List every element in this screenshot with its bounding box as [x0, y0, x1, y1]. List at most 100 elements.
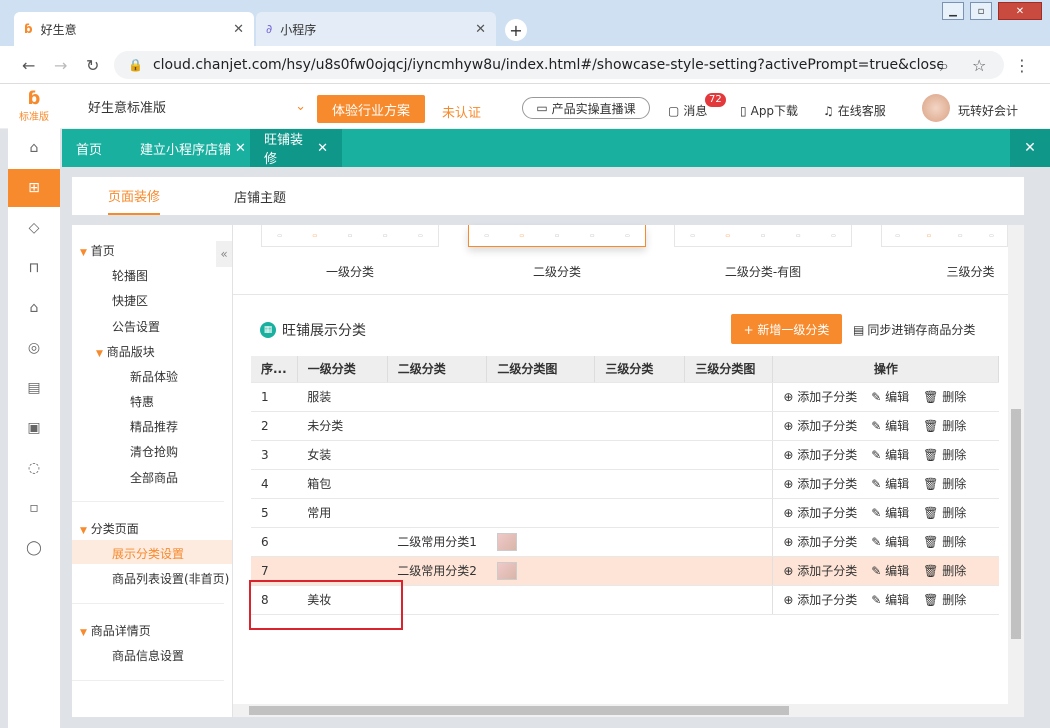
- scrollbar-thumb[interactable]: [249, 706, 789, 715]
- tag-icon[interactable]: ◇: [8, 209, 60, 247]
- add-subcategory-button[interactable]: ⊕ 添加子分类: [783, 504, 857, 521]
- new-tab-button[interactable]: +: [505, 19, 527, 41]
- menu-dots-icon[interactable]: ⋮: [1014, 56, 1030, 75]
- zoom-icon[interactable]: ⌕: [940, 56, 949, 76]
- tab-shop-decoration[interactable]: 旺铺装修 ✕: [250, 129, 342, 167]
- new-badge-icon[interactable]: ▫: [8, 489, 60, 527]
- tree-node-clearance[interactable]: 清仓抢购: [130, 443, 178, 460]
- tree-node-home[interactable]: ▼ 首页: [80, 242, 115, 259]
- delete-button[interactable]: 🗑 删除: [923, 446, 966, 463]
- tree-node-featured[interactable]: 精品推荐: [130, 418, 178, 435]
- edit-button[interactable]: ✎ 编辑: [871, 562, 909, 579]
- edit-button[interactable]: ✎ 编辑: [871, 446, 909, 463]
- add-subcategory-button[interactable]: ⊕ 添加子分类: [783, 388, 857, 405]
- app-logo[interactable]: ɓ 标准版: [8, 84, 60, 128]
- close-icon[interactable]: ✕: [235, 141, 246, 156]
- tree-node-goods-detail[interactable]: ▼ 商品详情页: [80, 622, 151, 639]
- delete-button[interactable]: 🗑 删除: [923, 591, 966, 608]
- back-icon[interactable]: ←: [22, 56, 35, 75]
- sync-category-button[interactable]: ▤ 同步进销存商品分类: [853, 321, 975, 338]
- app-download-button[interactable]: ▯ App下载: [740, 102, 798, 119]
- tree-node-carousel[interactable]: 轮播图: [112, 267, 148, 284]
- table-row[interactable]: 2 未分类 ⊕ 添加子分类 ✎ 编辑 🗑 删除: [251, 411, 999, 441]
- edit-button[interactable]: ✎ 编辑: [871, 591, 909, 608]
- bag-icon[interactable]: ⊓: [8, 249, 60, 287]
- tree-node-shortcut[interactable]: 快捷区: [112, 292, 148, 309]
- clipboard-icon[interactable]: ▤: [8, 369, 60, 407]
- col-header[interactable]: 序...: [251, 356, 298, 383]
- edit-button[interactable]: ✎ 编辑: [871, 533, 909, 550]
- industry-solution-button[interactable]: 体验行业方案: [317, 95, 425, 123]
- close-window-button[interactable]: ✕: [998, 2, 1042, 20]
- table-row[interactable]: 4 箱包 ⊕ 添加子分类 ✎ 编辑 🗑 删除: [251, 469, 999, 499]
- delete-button[interactable]: 🗑 删除: [923, 417, 966, 434]
- chat-bubble-icon[interactable]: ◯: [8, 529, 60, 567]
- online-service-button[interactable]: ♫ 在线客服: [823, 102, 886, 119]
- style-preview-4[interactable]: ▭ ▭ ▭ ▭: [881, 225, 1008, 247]
- forward-icon[interactable]: →: [54, 56, 67, 75]
- delete-button[interactable]: 🗑 删除: [923, 475, 966, 492]
- live-course-button[interactable]: ▭ 产品实操直播课: [522, 97, 650, 119]
- edit-button[interactable]: ✎ 编辑: [871, 388, 909, 405]
- tree-node-category-display[interactable]: 展示分类设置: [72, 540, 232, 564]
- browser-tab-miniprogram[interactable]: ∂ 小程序 ✕: [256, 12, 496, 46]
- tree-node-goods-info[interactable]: 商品信息设置: [112, 647, 184, 664]
- close-icon[interactable]: ✕: [475, 22, 486, 37]
- subtab-store-theme[interactable]: 店铺主题: [234, 177, 286, 215]
- tree-node-special[interactable]: 特惠: [130, 393, 154, 410]
- add-subcategory-button[interactable]: ⊕ 添加子分类: [783, 591, 857, 608]
- bookmark-star-icon[interactable]: ☆: [972, 56, 986, 75]
- edit-button[interactable]: ✎ 编辑: [871, 504, 909, 521]
- close-icon[interactable]: ✕: [317, 141, 328, 156]
- add-category-button[interactable]: + 新增一级分类: [731, 314, 842, 344]
- tab-build-store[interactable]: 建立小程序店铺 ✕: [126, 129, 260, 167]
- edition-select[interactable]: 好生意标准版 ⌄: [80, 92, 306, 120]
- collapse-icon[interactable]: «: [216, 241, 232, 267]
- close-all-tabs-button[interactable]: ✕: [1010, 129, 1050, 167]
- store-icon[interactable]: ⌂: [8, 289, 60, 327]
- tree-node-new-goods[interactable]: 新品体验: [130, 368, 178, 385]
- style-preview-1[interactable]: ▭ ▭ ▭ ▭ ▭: [261, 225, 439, 247]
- id-card-icon[interactable]: ▣: [8, 409, 60, 447]
- table-row[interactable]: 6 二级常用分类1 ⊕ 添加子分类 ✎ 编辑 🗑 删除: [251, 527, 999, 557]
- delete-button[interactable]: 🗑 删除: [923, 504, 966, 521]
- horizontal-scrollbar[interactable]: [233, 704, 1008, 717]
- subtab-page-decoration[interactable]: 页面装修: [108, 177, 161, 215]
- user-name[interactable]: 玩转好会计: [958, 102, 1018, 119]
- table-row[interactable]: 1 服装 ⊕ 添加子分类 ✎ 编辑 🗑 删除: [251, 382, 999, 412]
- refresh-circle-icon[interactable]: ◌: [8, 449, 60, 487]
- minimize-button[interactable]: ▁: [942, 2, 964, 20]
- style-preview-3[interactable]: ▭ ▭ ▭ ▭ ▭: [674, 225, 852, 247]
- avatar[interactable]: [922, 94, 950, 122]
- browser-tab-haoshengyi[interactable]: ɓ 好生意 ✕: [14, 12, 254, 46]
- tree-node-goods[interactable]: ▼ 商品版块: [96, 343, 155, 360]
- tree-node-notice[interactable]: 公告设置: [112, 318, 160, 335]
- tab-home[interactable]: 首页: [62, 129, 116, 167]
- add-subcategory-button[interactable]: ⊕ 添加子分类: [783, 562, 857, 579]
- tree-node-all-goods[interactable]: 全部商品: [130, 469, 178, 486]
- close-icon[interactable]: ✕: [233, 22, 244, 37]
- messages-button[interactable]: ▢ 消息: [668, 102, 707, 119]
- edit-button[interactable]: ✎ 编辑: [871, 475, 909, 492]
- money-bag-icon[interactable]: ◎: [8, 329, 60, 367]
- delete-button[interactable]: 🗑 删除: [923, 533, 966, 550]
- url-field[interactable]: 🔒 cloud.chanjet.com/hsy/u8s0fw0ojqcj/iyn…: [114, 51, 1004, 79]
- delete-button[interactable]: 🗑 删除: [923, 562, 966, 579]
- reload-icon[interactable]: ↻: [86, 56, 99, 75]
- delete-button[interactable]: 🗑 删除: [923, 388, 966, 405]
- maximize-button[interactable]: ▫: [970, 2, 992, 20]
- unverified-link[interactable]: 未认证: [442, 102, 481, 121]
- style-preview-2[interactable]: ▭ ▭ ▭ ▭ ▭: [468, 225, 646, 247]
- add-subcategory-button[interactable]: ⊕ 添加子分类: [783, 446, 857, 463]
- table-row[interactable]: 5 常用 ⊕ 添加子分类 ✎ 编辑 🗑 删除: [251, 498, 999, 528]
- gift-icon[interactable]: ⊞: [8, 169, 60, 207]
- edit-button[interactable]: ✎ 编辑: [871, 417, 909, 434]
- table-row[interactable]: 3 女装 ⊕ 添加子分类 ✎ 编辑 🗑 删除: [251, 440, 999, 470]
- add-subcategory-button[interactable]: ⊕ 添加子分类: [783, 475, 857, 492]
- add-subcategory-button[interactable]: ⊕ 添加子分类: [783, 533, 857, 550]
- tree-node-category-page[interactable]: ▼ 分类页面: [80, 520, 139, 537]
- home-icon[interactable]: ⌂: [8, 129, 60, 167]
- add-subcategory-button[interactable]: ⊕ 添加子分类: [783, 417, 857, 434]
- tree-node-goods-list[interactable]: 商品列表设置(非首页): [112, 570, 229, 587]
- vertical-scrollbar[interactable]: [1008, 225, 1024, 717]
